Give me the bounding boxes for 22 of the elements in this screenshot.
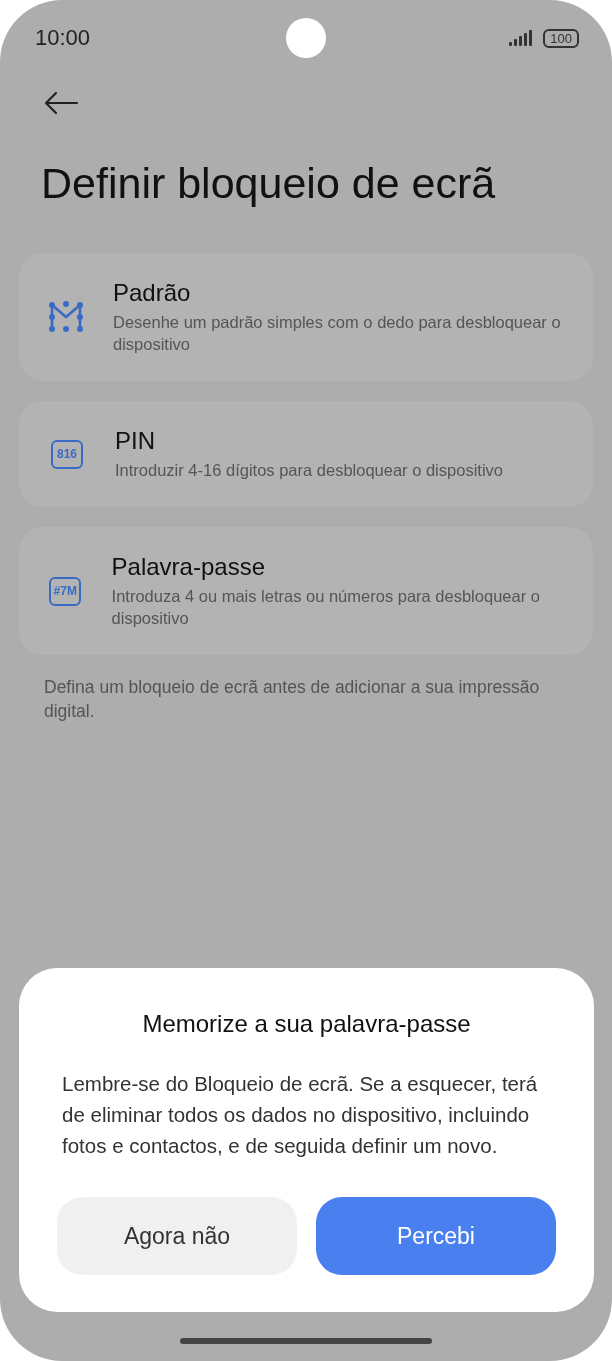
option-title: Palavra-passe [111, 553, 266, 581]
lock-option-card[interactable]: Padrão Desenhe um padrão simples com o dedo para desbloquear o dispositivo [19, 253, 593, 381]
option-title: PIN [115, 427, 156, 455]
pin-icon: 816 [51, 439, 83, 469]
status-time: 10:00 [35, 25, 91, 51]
pattern-icon [49, 300, 83, 334]
lock-option-card[interactable]: #7M Palavra-passe Introduza 4 ou mais letras ou números para desbloquear o dispositivo [19, 527, 593, 655]
option-description: Introduza 4 ou mais letras ou números para desbloquear o dispositivo [111, 586, 541, 629]
camera-cutout [286, 18, 326, 58]
option-description: Desenhe um padrão simples com o dedo para desbloquear o dispositivo [113, 312, 562, 355]
page-title: Definir bloqueio de ecrã [41, 159, 497, 208]
dialog-message: Lembre-se do Bloqueio de ecrã. Se a esquecer, terá de eliminar todos os dados no dispositivo, incluindo fotos e contactos, e de seguida definir um novo. [62, 1071, 539, 1159]
confirm-button[interactable]: Percebi [316, 1197, 556, 1275]
battery-indicator: 100 [543, 28, 579, 48]
back-icon[interactable] [43, 91, 79, 115]
hint-text: Defina um bloqueio de ecrã antes de adicionar a sua impressão digital. [44, 676, 541, 723]
password-icon: #7M [49, 576, 82, 606]
option-description: Introduzir 4-16 dígitos para desbloquear o dispositivo [115, 460, 503, 481]
option-title: Padrão [113, 279, 192, 307]
dialog-title: Memorize a sua palavra-passe [141, 1010, 472, 1038]
lock-option-card[interactable]: 816 PIN Introduzir 4-16 dígitos para desbloquear o dispositivo [19, 401, 593, 507]
dismiss-button[interactable]: Agora não [57, 1197, 297, 1275]
